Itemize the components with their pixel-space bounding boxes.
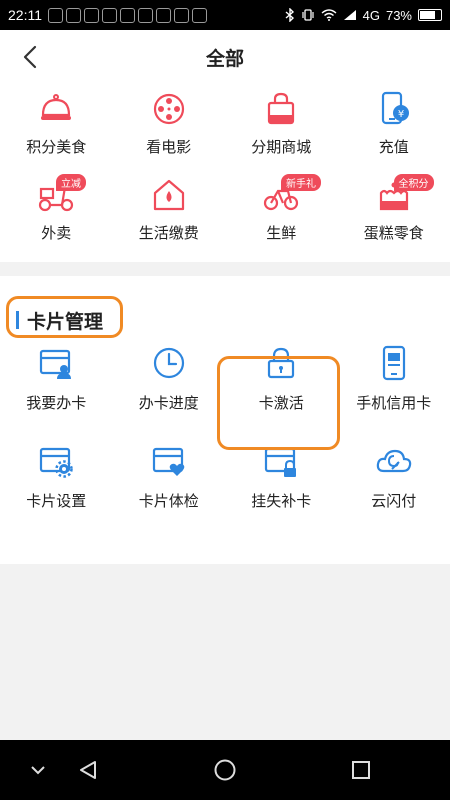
status-right: 4G 73% xyxy=(285,8,442,23)
signal-icon xyxy=(343,10,356,20)
grid-item-label: 充值 xyxy=(378,138,409,156)
grid-item-label: 生活缴费 xyxy=(138,224,199,242)
grid-item-mobile-credit-card[interactable]: 手机信用卡 xyxy=(338,336,450,434)
grid-item-delivery[interactable]: 立减 外卖 xyxy=(0,174,113,260)
app-notification-icon xyxy=(84,7,99,23)
food-cloche-icon xyxy=(37,90,75,128)
film-reel-icon xyxy=(150,90,188,128)
nav-home-button[interactable] xyxy=(211,756,239,784)
app-notification-icon xyxy=(48,7,63,23)
page-title: 全部 xyxy=(205,47,244,70)
network-type: 4G xyxy=(362,7,380,23)
app-notification-icon xyxy=(102,7,117,23)
app-notification-icon xyxy=(66,7,81,23)
house-drop-icon xyxy=(150,176,188,214)
nav-recents-button[interactable] xyxy=(347,756,375,784)
grid-item-label: 手机信用卡 xyxy=(356,394,432,412)
nav-back-button[interactable] xyxy=(74,756,102,784)
promo-tag: 立减 xyxy=(56,174,86,191)
grid-item-label: 挂失补卡 xyxy=(251,492,312,510)
clock-icon xyxy=(150,344,188,382)
system-nav-bar xyxy=(0,740,450,800)
grid-item-label: 看电影 xyxy=(146,138,192,156)
section-title-highlight xyxy=(6,296,123,338)
grid-item-label: 蛋糕零食 xyxy=(363,224,424,242)
svg-text:¥: ¥ xyxy=(398,109,404,120)
notification-icons xyxy=(48,7,207,23)
grid-item-label: 我要办卡 xyxy=(26,394,87,412)
back-button[interactable] xyxy=(14,41,46,73)
status-time: 22:11 xyxy=(8,7,42,23)
shopping-bag-icon xyxy=(262,90,300,128)
battery-percent: 73% xyxy=(385,7,412,23)
grid-item-label: 生鲜 xyxy=(266,224,297,242)
triangle-back-icon xyxy=(80,761,96,779)
card-user-icon xyxy=(37,344,75,382)
status-bar: 22:11 4G 73% xyxy=(0,0,450,30)
header: 全部 xyxy=(0,30,450,84)
battery-icon xyxy=(418,9,442,21)
grid-item-label: 办卡进度 xyxy=(138,394,199,412)
cloud-pay-icon xyxy=(375,442,413,480)
grid-item-movies[interactable]: 看电影 xyxy=(113,88,226,174)
phone-topup-icon: ¥ xyxy=(375,90,413,128)
mobile-card-icon xyxy=(375,344,413,382)
promo-tag: 新手礼 xyxy=(281,174,321,191)
card-management-section: 卡片管理 我要办卡 办卡进度 卡激活 手机信用卡 卡片设置 卡片体检 挂失补卡 … xyxy=(0,276,450,564)
nav-collapse-button[interactable] xyxy=(24,756,52,784)
grid-item-application-progress[interactable]: 办卡进度 xyxy=(113,336,226,434)
grid-item-apply-card[interactable]: 我要办卡 xyxy=(0,336,113,434)
app-notification-icon xyxy=(192,7,207,23)
grid-item-quickpass[interactable]: 云闪付 xyxy=(338,434,450,532)
card-activation-highlight xyxy=(217,356,340,450)
square-recents-icon xyxy=(352,761,370,779)
grid-item-label: 分期商城 xyxy=(251,138,312,156)
grid-item-label: 云闪付 xyxy=(371,492,417,510)
app-notification-icon xyxy=(120,7,135,23)
promo-tag: 全积分 xyxy=(393,174,434,191)
grid-item-fresh-food[interactable]: 新手礼 生鲜 xyxy=(225,174,338,260)
bluetooth-icon xyxy=(285,8,294,22)
grid-item-card-health-check[interactable]: 卡片体检 xyxy=(113,434,226,532)
vibrate-icon xyxy=(302,9,314,21)
grid-item-label: 积分美食 xyxy=(26,138,87,156)
grid-item-cake-snacks[interactable]: 全积分 蛋糕零食 xyxy=(338,174,450,260)
services-section: 积分美食 看电影 分期商城 ¥ 充值 立减 外卖 生活缴费 新手礼 生鲜 全积分… xyxy=(0,84,450,262)
card-gear-icon xyxy=(37,442,75,480)
grid-item-topup[interactable]: ¥ 充值 xyxy=(338,88,450,174)
circle-home-icon xyxy=(214,759,236,781)
grid-item-label: 卡片设置 xyxy=(26,492,87,510)
grid-item-utility-bills[interactable]: 生活缴费 xyxy=(113,174,226,260)
wifi-icon xyxy=(321,9,337,21)
grid-item-card-settings[interactable]: 卡片设置 xyxy=(0,434,113,532)
chevron-down-icon xyxy=(31,766,45,775)
app-notification-icon xyxy=(156,7,171,23)
grid-item-label: 卡片体检 xyxy=(138,492,199,510)
battery-fill xyxy=(420,11,435,19)
grid-item-points-food[interactable]: 积分美食 xyxy=(0,88,113,174)
card-heart-icon xyxy=(150,442,188,480)
chevron-left-icon xyxy=(23,45,37,69)
grid-item-installment-mall[interactable]: 分期商城 xyxy=(225,88,338,174)
app-notification-icon xyxy=(174,7,189,23)
grid-item-label: 外卖 xyxy=(41,224,72,242)
app-notification-icon xyxy=(138,7,153,23)
